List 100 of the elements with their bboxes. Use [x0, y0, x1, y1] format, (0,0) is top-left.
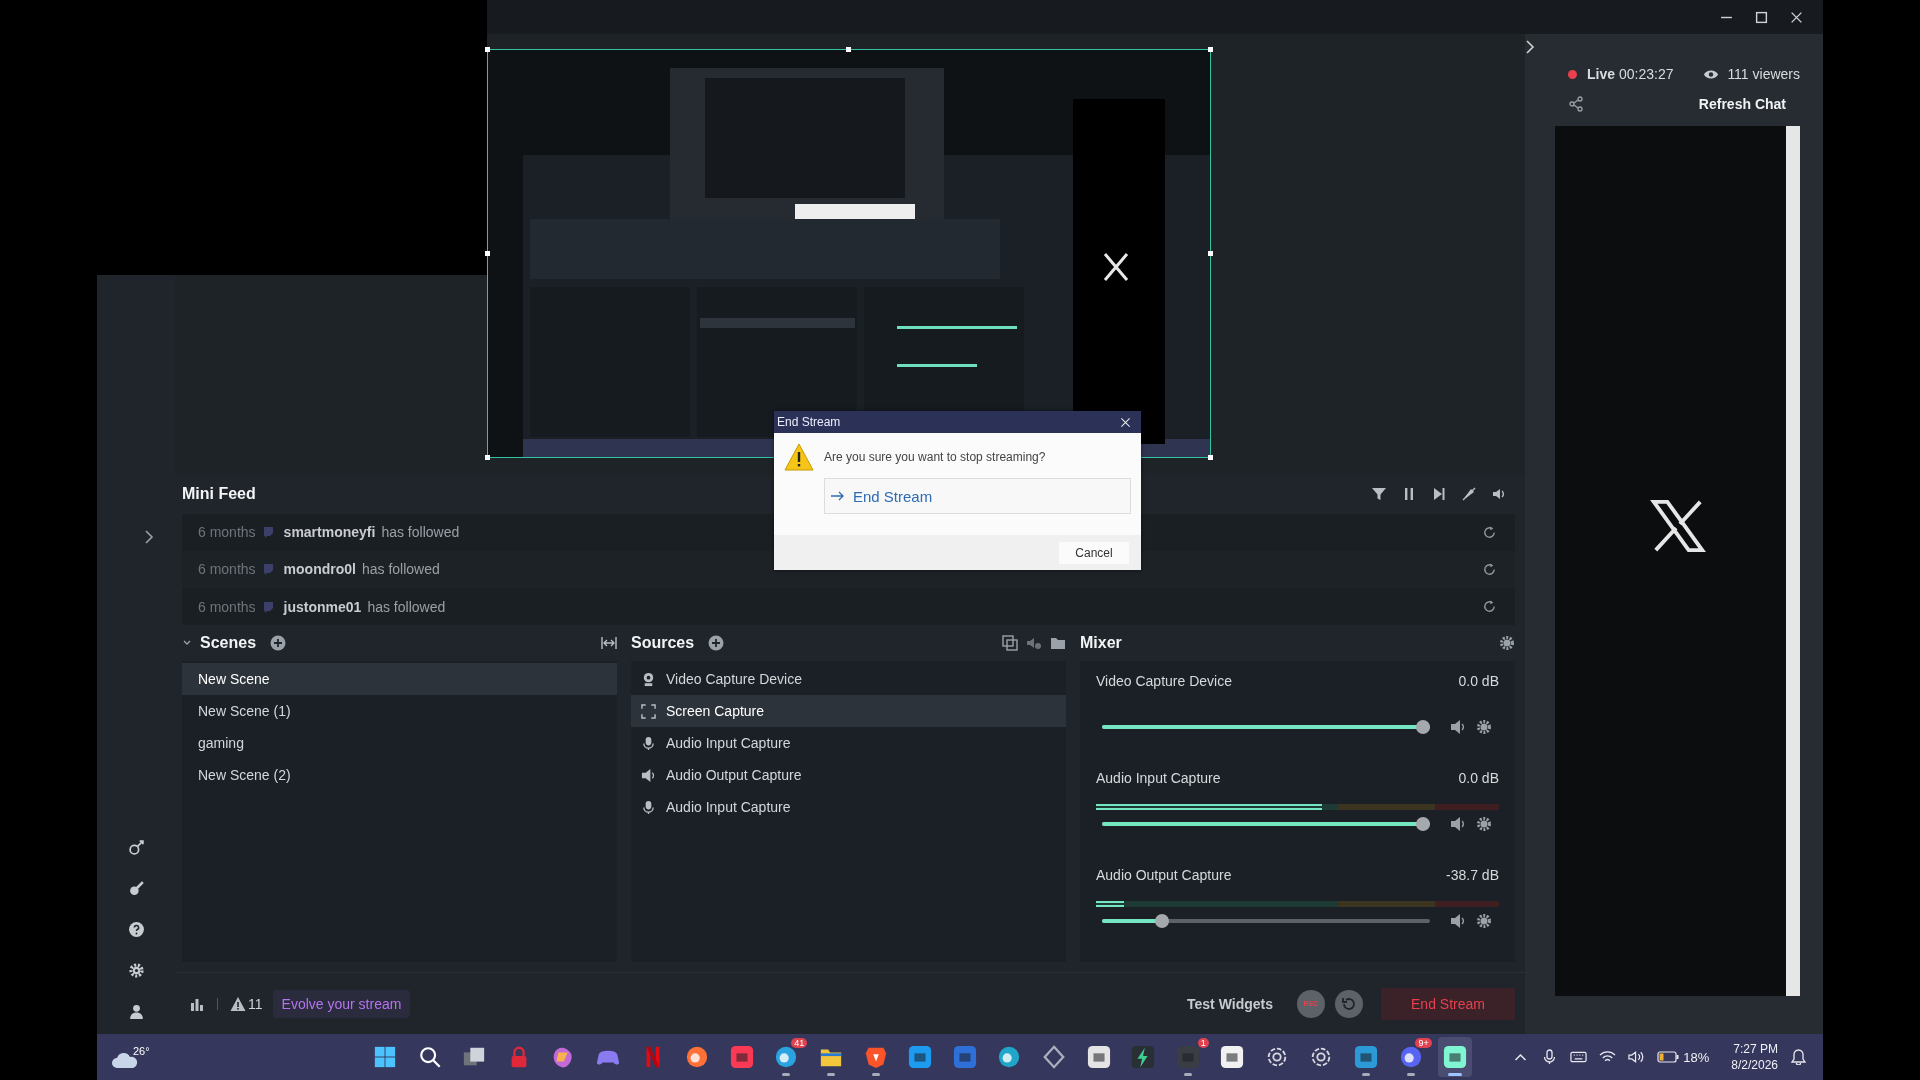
event-time: 6 months — [198, 561, 256, 578]
mute-alerts-icon[interactable] — [1461, 486, 1477, 503]
cancel-button[interactable]: Cancel — [1059, 541, 1129, 564]
channel-name: Video Capture Device — [1096, 673, 1232, 689]
microphone-icon — [641, 799, 656, 815]
layers-icon[interactable] — [1002, 635, 1018, 651]
event-action: has followed — [367, 598, 446, 615]
settings-icon[interactable] — [1499, 635, 1515, 651]
notification-badge: 1 — [1197, 1038, 1209, 1048]
close-icon[interactable] — [1790, 10, 1803, 24]
settings-icon[interactable] — [1476, 913, 1492, 929]
warning-icon[interactable] — [230, 995, 246, 1012]
replay-icon — [1341, 995, 1357, 1012]
live-label: Live — [1587, 66, 1615, 82]
add-icon[interactable] — [708, 635, 725, 651]
source-item[interactable]: Audio Output Capture — [631, 759, 1066, 791]
viewer-count: 111 viewers — [1727, 66, 1800, 82]
scene-item[interactable]: gaming — [182, 727, 617, 759]
source-label: Audio Input Capture — [666, 799, 791, 815]
chevron-right-icon[interactable] — [1525, 40, 1535, 54]
platform-icon — [261, 563, 274, 576]
camera-icon — [641, 671, 656, 687]
scenes-title: Scenes — [200, 634, 257, 652]
event-username: smartmoneyfi — [283, 524, 376, 541]
scene-item[interactable]: New Scene (1) — [182, 695, 617, 727]
settings-icon[interactable] — [1476, 719, 1492, 735]
user-icon[interactable] — [127, 1003, 145, 1020]
eye-icon — [1703, 68, 1720, 80]
arrow-right-icon — [831, 491, 845, 501]
replay-icon[interactable] — [1482, 599, 1497, 614]
replay-icon[interactable] — [1482, 562, 1497, 577]
close-icon[interactable] — [1120, 416, 1131, 428]
channel-reading: 0.0 dB — [1458, 770, 1499, 786]
end-stream-option[interactable]: End Stream — [824, 478, 1131, 514]
filter-icon[interactable] — [1371, 486, 1387, 503]
warning-icon — [784, 443, 814, 471]
windows-icon[interactable] — [373, 1045, 397, 1069]
x-logo-icon — [1648, 497, 1707, 555]
platform-icon — [261, 600, 274, 613]
channel-name: Audio Input Capture — [1096, 770, 1221, 786]
battery-icon[interactable] — [1657, 1051, 1680, 1063]
scene-item[interactable]: New Scene (2) — [182, 759, 617, 791]
maximize-icon[interactable] — [1755, 10, 1768, 24]
clock-date[interactable]: 8/2/2026 — [1731, 1057, 1778, 1073]
source-label: Audio Input Capture — [666, 735, 791, 751]
alert-count: 11 — [248, 995, 263, 1012]
source-item[interactable]: Screen Capture — [631, 695, 1066, 727]
notification-bell-icon[interactable] — [1790, 1049, 1807, 1065]
test-widgets-button[interactable]: Test Widgets — [1181, 994, 1279, 1013]
end-stream-button[interactable]: End Stream — [1381, 987, 1515, 1020]
settings-icon[interactable] — [1476, 816, 1492, 832]
platform-icon — [261, 526, 274, 539]
lightning-icon[interactable] — [1131, 1045, 1156, 1069]
channel-reading: 0.0 dB — [1458, 673, 1499, 689]
event-action: has followed — [381, 524, 460, 541]
prism-icon[interactable] — [1041, 1045, 1066, 1069]
stream-timer: 00:23:27 — [1619, 66, 1674, 82]
keyboard-icon[interactable] — [1570, 1049, 1588, 1065]
mini-feed-title: Mini Feed — [182, 485, 256, 504]
volume-slider[interactable] — [1102, 817, 1430, 831]
channel-reading: -38.7 dB — [1446, 867, 1499, 883]
microphone-icon — [641, 735, 656, 751]
fit-width-icon[interactable] — [601, 635, 617, 651]
event-username: justonme01 — [283, 598, 362, 615]
add-icon[interactable] — [270, 635, 287, 651]
speaker-icon — [641, 767, 656, 783]
settings-icon[interactable] — [127, 962, 145, 979]
clock-time[interactable]: 7:27 PM — [1733, 1041, 1778, 1057]
source-label: Video Capture Device — [666, 671, 802, 687]
source-label: Audio Output Capture — [666, 767, 802, 783]
speaker-icon[interactable] — [1450, 719, 1466, 735]
source-item[interactable]: Audio Input Capture — [631, 791, 1066, 823]
scene-item[interactable]: New Scene — [182, 663, 617, 695]
speaker-icon[interactable] — [1450, 913, 1466, 929]
skip-icon[interactable] — [1431, 486, 1447, 503]
event-username: moondro0l — [283, 561, 356, 578]
speaker-gear-icon[interactable] — [1026, 635, 1042, 651]
volume-icon[interactable] — [1628, 1049, 1646, 1065]
search-icon[interactable] — [417, 1045, 442, 1069]
lion-shield-icon[interactable] — [863, 1045, 888, 1069]
share-icon[interactable] — [1568, 96, 1584, 112]
dialog-title: End Stream — [777, 415, 841, 429]
battery-percent: 18% — [1683, 1049, 1710, 1065]
scrollbar[interactable] — [1786, 126, 1800, 996]
help-icon[interactable] — [127, 921, 145, 938]
refresh-chat-link[interactable]: Refresh Chat — [1698, 96, 1786, 112]
speaker-icon[interactable] — [1450, 816, 1466, 832]
replay-buffer-button[interactable] — [1335, 989, 1363, 1018]
event-time: 6 months — [198, 598, 256, 615]
wrench-icon[interactable] — [127, 880, 145, 897]
chevron-right-icon[interactable] — [144, 530, 154, 544]
source-item[interactable]: Audio Input Capture — [631, 727, 1066, 759]
folder-icon[interactable] — [1050, 635, 1066, 651]
dialog-message: Are you sure you want to stop streaming? — [824, 450, 1047, 464]
source-item[interactable]: Video Capture Device — [631, 663, 1066, 695]
volume-slider[interactable] — [1102, 720, 1430, 734]
promo-link[interactable]: Evolve your stream — [272, 989, 411, 1018]
volume-slider[interactable] — [1102, 914, 1430, 928]
screen-frame-icon — [641, 703, 656, 719]
replay-icon[interactable] — [1482, 524, 1497, 540]
